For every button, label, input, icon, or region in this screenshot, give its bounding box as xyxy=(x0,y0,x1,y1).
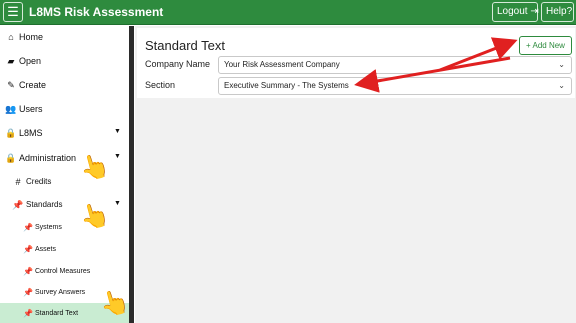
caret-down-icon: ▼ xyxy=(114,153,121,160)
pin-icon: 📌 xyxy=(23,288,33,297)
pin-icon: 📌 xyxy=(12,200,24,210)
sidebar-item-label: Standard Text xyxy=(35,310,79,317)
section-select[interactable]: Executive Summary - The Systems ⌄ xyxy=(218,77,572,95)
sidebar-item-label: Administration xyxy=(19,153,77,163)
company-name-value: Your Risk Assessment Company xyxy=(224,60,340,69)
sidebar-item-label: Home xyxy=(19,32,44,42)
sidebar-item-control-measures[interactable]: 📌 Control Measures xyxy=(0,261,129,283)
lock-icon: 🔒 xyxy=(5,128,17,138)
pin-icon: 📌 xyxy=(23,267,33,276)
menu-button[interactable]: ☰ xyxy=(3,2,23,22)
pin-icon: 📌 xyxy=(23,223,33,232)
sidebar-item-label: L8MS xyxy=(19,128,43,138)
sidebar-item-label: Assets xyxy=(35,246,57,253)
help-label: Help xyxy=(546,6,567,17)
company-name-label: Company Name xyxy=(145,59,211,69)
sidebar-item-open[interactable]: ▰ Open xyxy=(0,50,129,72)
sidebar-item-label: Open xyxy=(19,56,42,66)
chevron-down-icon: ⌄ xyxy=(558,81,565,90)
caret-down-icon: ▼ xyxy=(114,128,121,135)
hamburger-icon: ☰ xyxy=(7,4,19,19)
sidebar-item-create[interactable]: ✎ Create xyxy=(0,74,129,96)
pin-icon: 📌 xyxy=(23,245,33,254)
help-button[interactable]: Help? xyxy=(541,2,574,22)
sidebar-item-label: Users xyxy=(19,104,43,114)
section-label: Section xyxy=(145,80,176,90)
company-name-select[interactable]: Your Risk Assessment Company ⌄ xyxy=(218,56,572,74)
edit-icon: ✎ xyxy=(7,80,15,90)
sidebar-item-label: Create xyxy=(19,80,47,90)
sidebar-item-label: Systems xyxy=(35,224,62,231)
sidebar-item-users[interactable]: 👥 Users xyxy=(0,98,129,120)
logout-button[interactable]: Logout ⇥ xyxy=(492,2,539,22)
sidebar-item-label: Credits xyxy=(26,177,52,186)
add-new-label: Add New xyxy=(532,41,565,50)
question-icon: ? xyxy=(566,6,573,17)
sidebar-item-home[interactable]: ⌂ Home xyxy=(0,26,129,48)
pin-icon: 📌 xyxy=(23,309,33,318)
caret-down-icon: ▼ xyxy=(114,200,121,207)
home-icon: ⌂ xyxy=(8,32,14,42)
chevron-down-icon: ⌄ xyxy=(558,60,565,69)
section-value: Executive Summary - The Systems xyxy=(224,81,349,90)
sidebar-scrollbar[interactable] xyxy=(129,26,134,323)
plus-icon: + xyxy=(526,41,531,50)
sidebar-item-l8ms[interactable]: 🔒 L8MS ▼ xyxy=(0,122,129,144)
users-icon: 👥 xyxy=(5,104,17,114)
sidebar-item-label: Control Measures xyxy=(35,268,91,275)
sign-out-icon: ⇥ xyxy=(530,6,539,17)
sidebar-item-label: Survey Answers xyxy=(35,289,86,296)
sidebar-item-assets[interactable]: 📌 Assets xyxy=(0,239,129,261)
folder-open-icon: ▰ xyxy=(7,56,15,66)
page-title: Standard Text xyxy=(145,38,225,53)
add-new-button[interactable]: + Add New xyxy=(519,36,572,55)
hash-icon: # xyxy=(15,177,21,187)
lock-icon: 🔒 xyxy=(5,153,17,163)
app-title: L8MS Risk Assessment xyxy=(29,5,164,19)
sidebar-item-label: Standards xyxy=(26,200,63,209)
logout-label: Logout xyxy=(497,6,528,17)
